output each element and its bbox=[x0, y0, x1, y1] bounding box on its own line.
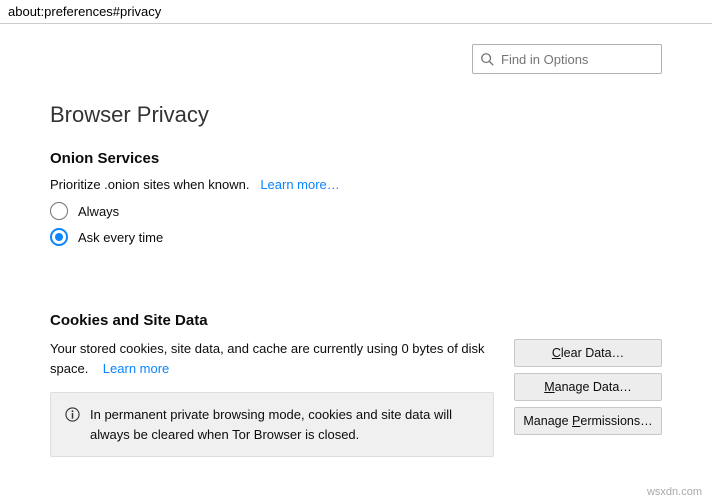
info-icon bbox=[65, 407, 80, 422]
clear-data-button[interactable]: Clear Data… bbox=[514, 339, 662, 367]
page-title: Browser Privacy bbox=[50, 102, 662, 128]
info-text: In permanent private browsing mode, cook… bbox=[90, 405, 479, 444]
url-bar[interactable] bbox=[0, 0, 712, 24]
onion-heading: Onion Services bbox=[50, 150, 662, 167]
search-icon bbox=[480, 52, 494, 66]
manage-permissions-button[interactable]: Manage Permissions… bbox=[514, 407, 662, 435]
radio-always-indicator bbox=[50, 202, 68, 220]
cookies-desc: Your stored cookies, site data, and cach… bbox=[50, 339, 494, 378]
watermark: wsxdn.com bbox=[647, 486, 702, 498]
radio-ask-label: Ask every time bbox=[78, 230, 163, 245]
search-input[interactable] bbox=[472, 44, 662, 74]
info-box: In permanent private browsing mode, cook… bbox=[50, 392, 494, 457]
manage-data-button[interactable]: Manage Data… bbox=[514, 373, 662, 401]
radio-ask[interactable]: Ask every time bbox=[50, 228, 662, 246]
search-container bbox=[472, 44, 662, 74]
onion-learn-more-link[interactable]: Learn more… bbox=[260, 177, 339, 192]
onion-desc-text: Prioritize .onion sites when known. bbox=[50, 177, 249, 192]
cookies-heading: Cookies and Site Data bbox=[50, 312, 662, 329]
radio-always[interactable]: Always bbox=[50, 202, 662, 220]
onion-desc-row: Prioritize .onion sites when known. Lear… bbox=[50, 177, 662, 192]
radio-ask-indicator bbox=[50, 228, 68, 246]
cookies-learn-more-link[interactable]: Learn more bbox=[103, 361, 169, 376]
radio-always-label: Always bbox=[78, 204, 119, 219]
